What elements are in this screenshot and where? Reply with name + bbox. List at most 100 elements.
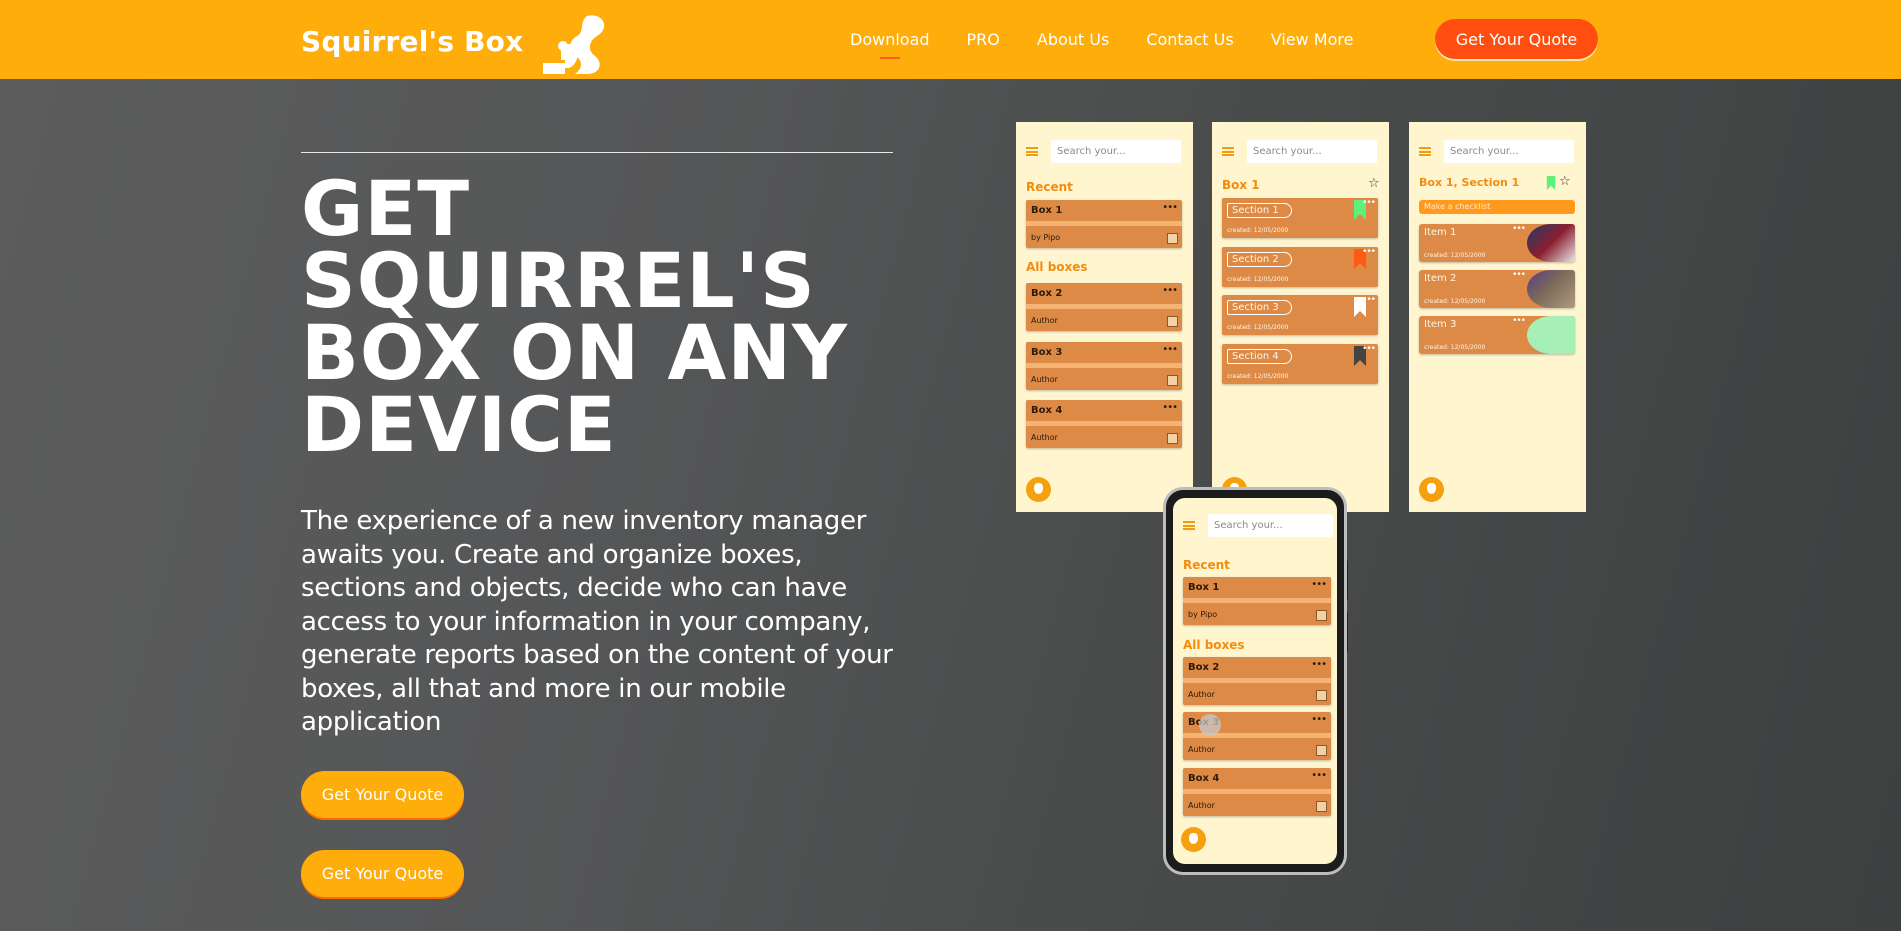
hero-divider (301, 152, 893, 153)
section-card: Section 1 created: 12/05/2000 ••• (1222, 198, 1378, 238)
card-band (1026, 304, 1182, 309)
item-date: created: 12/05/2000 (1424, 344, 1486, 351)
app-header: Search your... (1183, 514, 1333, 537)
nav-about-us[interactable]: About Us (1037, 30, 1109, 49)
all-boxes-title: All boxes (1026, 260, 1088, 274)
acorn-fab-icon (1026, 477, 1051, 502)
app-header: Search your... (1222, 140, 1377, 163)
box-icon (1316, 690, 1327, 701)
box-title: Box 1 (1222, 178, 1260, 192)
item-card: Item 2 created: 12/05/2000 ••• (1419, 270, 1575, 308)
more-icon: ••• (1362, 247, 1376, 257)
main-nav: Download PRO About Us Contact Us View Mo… (850, 0, 1390, 79)
box-name: Box 3 (1031, 347, 1063, 358)
header-get-quote-button[interactable]: Get Your Quote (1435, 19, 1598, 59)
section-label: Section 1 (1227, 203, 1292, 218)
box-name: Box 1 (1031, 205, 1063, 216)
section-card: Section 3 created: 12/05/2000 ••• (1222, 295, 1378, 335)
box-icon (1316, 801, 1327, 812)
nav-download[interactable]: Download (850, 30, 930, 59)
box-name: Box 1 (1188, 582, 1220, 593)
box-icon (1316, 745, 1327, 756)
more-icon: ••• (1162, 402, 1178, 413)
item-date: created: 12/05/2000 (1424, 252, 1486, 259)
box-name: Box 4 (1031, 405, 1063, 416)
box-author: by Pipo (1031, 233, 1061, 242)
box-author: Author (1031, 433, 1058, 442)
touch-indicator (1199, 714, 1221, 736)
star-icon: ☆ (1368, 176, 1380, 191)
hero-description: The experience of a new inventory manage… (301, 506, 893, 737)
app-search-input: Search your... (1051, 140, 1181, 163)
card-band (1026, 421, 1182, 426)
more-icon: ••• (1311, 579, 1327, 590)
section-label: Section 4 (1227, 349, 1292, 364)
box-card: Box 4 ••• Author (1183, 768, 1331, 816)
box-name: Box 2 (1188, 662, 1220, 673)
bookmark-icon (1546, 176, 1556, 190)
app-header: Search your... (1419, 140, 1574, 163)
box-author: Author (1188, 801, 1215, 810)
nav-pro[interactable]: PRO (967, 30, 1000, 49)
section-card: Section 4 created: 12/05/2000 ••• (1222, 344, 1378, 384)
top-navbar: Squirrel's Box Download PRO About Us Con… (0, 0, 1901, 79)
box-icon (1316, 610, 1327, 621)
squirrel-box-logo-icon (543, 15, 605, 74)
section-title: Box 1, Section 1 (1419, 176, 1520, 189)
item-date: created: 12/05/2000 (1424, 298, 1486, 305)
box-icon (1167, 433, 1178, 444)
app-header: Search your... (1026, 140, 1181, 163)
hero-get-quote-button-secondary[interactable]: Get Your Quote (301, 850, 464, 897)
box-author: by Pipo (1188, 610, 1218, 619)
brand[interactable]: Squirrel's Box (301, 8, 611, 74)
more-icon: ••• (1162, 285, 1178, 296)
recent-title: Recent (1183, 558, 1230, 572)
box-author: Author (1031, 375, 1058, 384)
card-band (1026, 221, 1182, 226)
section-label: Section 3 (1227, 300, 1292, 315)
box-author: Author (1188, 745, 1215, 754)
section-label: Section 2 (1227, 252, 1292, 267)
section-date: created: 12/05/2000 (1227, 373, 1289, 380)
box-card: Box 1 ••• by Pipo (1026, 200, 1182, 248)
nav-view-more[interactable]: View More (1271, 30, 1354, 49)
box-icon (1167, 316, 1178, 327)
card-band (1183, 789, 1331, 794)
app-screen-items: Search your... Box 1, Section 1 ☆ Make a… (1409, 122, 1586, 512)
card-band (1183, 678, 1331, 683)
box-card: Box 4 ••• Author (1026, 400, 1182, 448)
box-card: Box 3 ••• Author (1026, 342, 1182, 390)
app-screen-boxes: Search your... Recent Box 1 ••• by Pipo A… (1016, 122, 1193, 512)
phone-mockup: Search your... Recent Box 1 ••• by Pipo A… (1163, 487, 1347, 875)
item-card: Item 3 created: 12/05/2000 ••• (1419, 316, 1575, 354)
box-author: Author (1188, 690, 1215, 699)
all-boxes-title: All boxes (1183, 638, 1245, 652)
hamburger-menu-icon (1183, 521, 1195, 530)
phone-screen: Search your... Recent Box 1 ••• by Pipo A… (1173, 498, 1337, 864)
app-search-input: Search your... (1444, 140, 1574, 163)
more-icon: ••• (1362, 198, 1376, 208)
hamburger-menu-icon (1419, 147, 1431, 156)
box-card: Box 2 ••• Author (1026, 283, 1182, 331)
card-band (1026, 363, 1182, 368)
section-card: Section 2 created: 12/05/2000 ••• (1222, 247, 1378, 287)
recent-title: Recent (1026, 180, 1073, 194)
box-name: Box 2 (1031, 288, 1063, 299)
acorn-fab-icon (1181, 827, 1206, 852)
app-screen-sections: Search your... Box 1 ☆ Section 1 created… (1212, 122, 1389, 512)
card-band (1183, 598, 1331, 603)
box-name: Box 4 (1188, 773, 1220, 784)
more-icon: ••• (1162, 202, 1178, 213)
box-author: Author (1031, 316, 1058, 325)
nav-contact-us[interactable]: Contact Us (1146, 30, 1233, 49)
section-date: created: 12/05/2000 (1227, 324, 1289, 331)
brand-name: Squirrel's Box (301, 24, 524, 58)
hero-get-quote-button[interactable]: Get Your Quote (301, 771, 464, 818)
more-icon: ••• (1362, 344, 1376, 354)
hamburger-menu-icon (1222, 147, 1234, 156)
item-label: Item 3 (1424, 319, 1457, 330)
more-icon: ••• (1512, 316, 1526, 326)
box-icon (1167, 233, 1178, 244)
section-date: created: 12/05/2000 (1227, 227, 1289, 234)
hamburger-menu-icon (1026, 147, 1038, 156)
